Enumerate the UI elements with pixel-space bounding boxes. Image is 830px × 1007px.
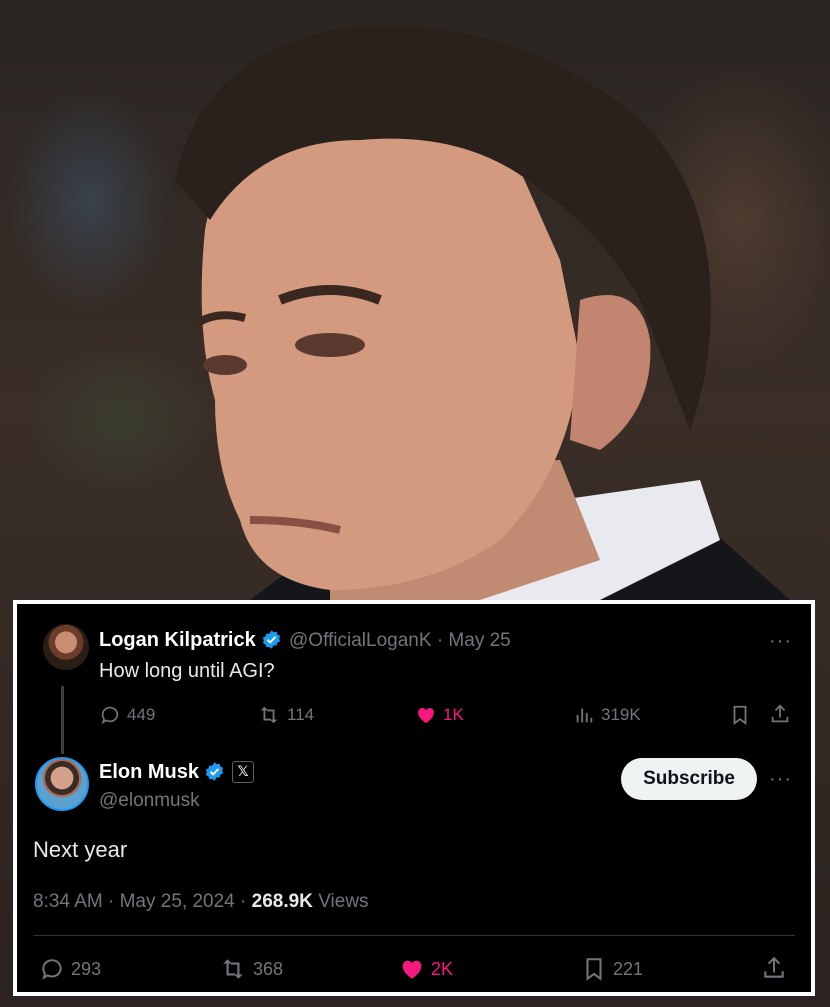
reply-repost-action[interactable]: 114 xyxy=(257,704,314,726)
reply-icon xyxy=(101,706,119,725)
reply-date[interactable]: May 25 xyxy=(448,630,510,651)
main-repost-action[interactable]: 368 xyxy=(219,956,283,982)
main-like-action[interactable]: 2K xyxy=(399,956,453,982)
x-affiliate-badge-icon[interactable]: 𝕏 xyxy=(232,761,255,783)
repost-count: 114 xyxy=(287,705,315,724)
reply-reply-action[interactable]: 449 xyxy=(99,704,155,726)
like-count: 2K xyxy=(431,958,454,979)
reply-author-name-text[interactable]: Logan Kilpatrick xyxy=(99,629,256,651)
reply-author-name[interactable]: Logan Kilpatrick xyxy=(99,629,282,652)
reply-share-action[interactable] xyxy=(769,703,791,725)
subscribe-button[interactable]: Subscribe xyxy=(621,758,757,800)
reply-handle[interactable]: @OfficialLoganK xyxy=(289,630,432,651)
repost-count: 368 xyxy=(253,958,284,979)
tweet-date[interactable]: May 25, 2024 xyxy=(120,891,235,912)
main-tweet-text: Next year xyxy=(33,837,128,862)
reply-bookmark-action[interactable] xyxy=(729,704,751,726)
reply-meta: @OfficialLoganK · May 25 xyxy=(289,630,511,652)
reply-views-action[interactable]: 319K xyxy=(573,704,641,726)
main-author-name[interactable]: Elon Musk 𝕏 xyxy=(99,761,255,784)
logan-avatar[interactable] xyxy=(43,624,89,670)
bookmark-icon xyxy=(586,958,602,981)
verified-badge-icon xyxy=(262,630,280,649)
divider xyxy=(33,935,795,936)
share-icon xyxy=(764,956,784,978)
heart-icon xyxy=(418,707,434,724)
elon-avatar[interactable] xyxy=(35,757,89,811)
views-count: 319K xyxy=(601,705,641,724)
thread-line xyxy=(61,686,64,754)
reply-icon xyxy=(42,959,62,980)
bookmark-count: 221 xyxy=(613,958,644,979)
tweet-card: Logan Kilpatrick @OfficialLoganK · May 2… xyxy=(13,600,815,996)
tweet-time[interactable]: 8:34 AM xyxy=(33,891,103,912)
main-author-name-text[interactable]: Elon Musk xyxy=(99,761,199,783)
like-count: 1K xyxy=(443,705,464,724)
bar-chart-icon xyxy=(576,708,593,723)
bookmark-icon xyxy=(733,705,747,725)
main-reply-action[interactable]: 293 xyxy=(39,956,101,982)
heart-icon xyxy=(402,960,422,979)
main-handle[interactable]: @elonmusk xyxy=(99,790,200,812)
main-share-action[interactable] xyxy=(761,955,787,981)
share-icon xyxy=(771,704,789,723)
more-dots-icon[interactable]: ··· xyxy=(769,630,792,653)
reply-like-action[interactable]: 1K xyxy=(415,704,464,726)
repost-icon xyxy=(260,706,278,724)
reply-text: How long until AGI? xyxy=(99,660,275,682)
reply-count: 293 xyxy=(71,958,102,979)
main-bookmark-action[interactable]: 221 xyxy=(581,956,643,982)
verified-badge-icon xyxy=(205,762,224,781)
meta-separator: · xyxy=(436,630,444,651)
more-dots-icon[interactable]: ··· xyxy=(769,768,792,791)
reply-count: 449 xyxy=(127,705,156,724)
tweet-views-count: 268.9K xyxy=(251,891,313,912)
tweet-timestamp: 8:34 AM · May 25, 2024 · 268.9K Views xyxy=(33,891,369,912)
repost-icon xyxy=(223,959,243,979)
tweet-views-label: Views xyxy=(318,891,369,912)
